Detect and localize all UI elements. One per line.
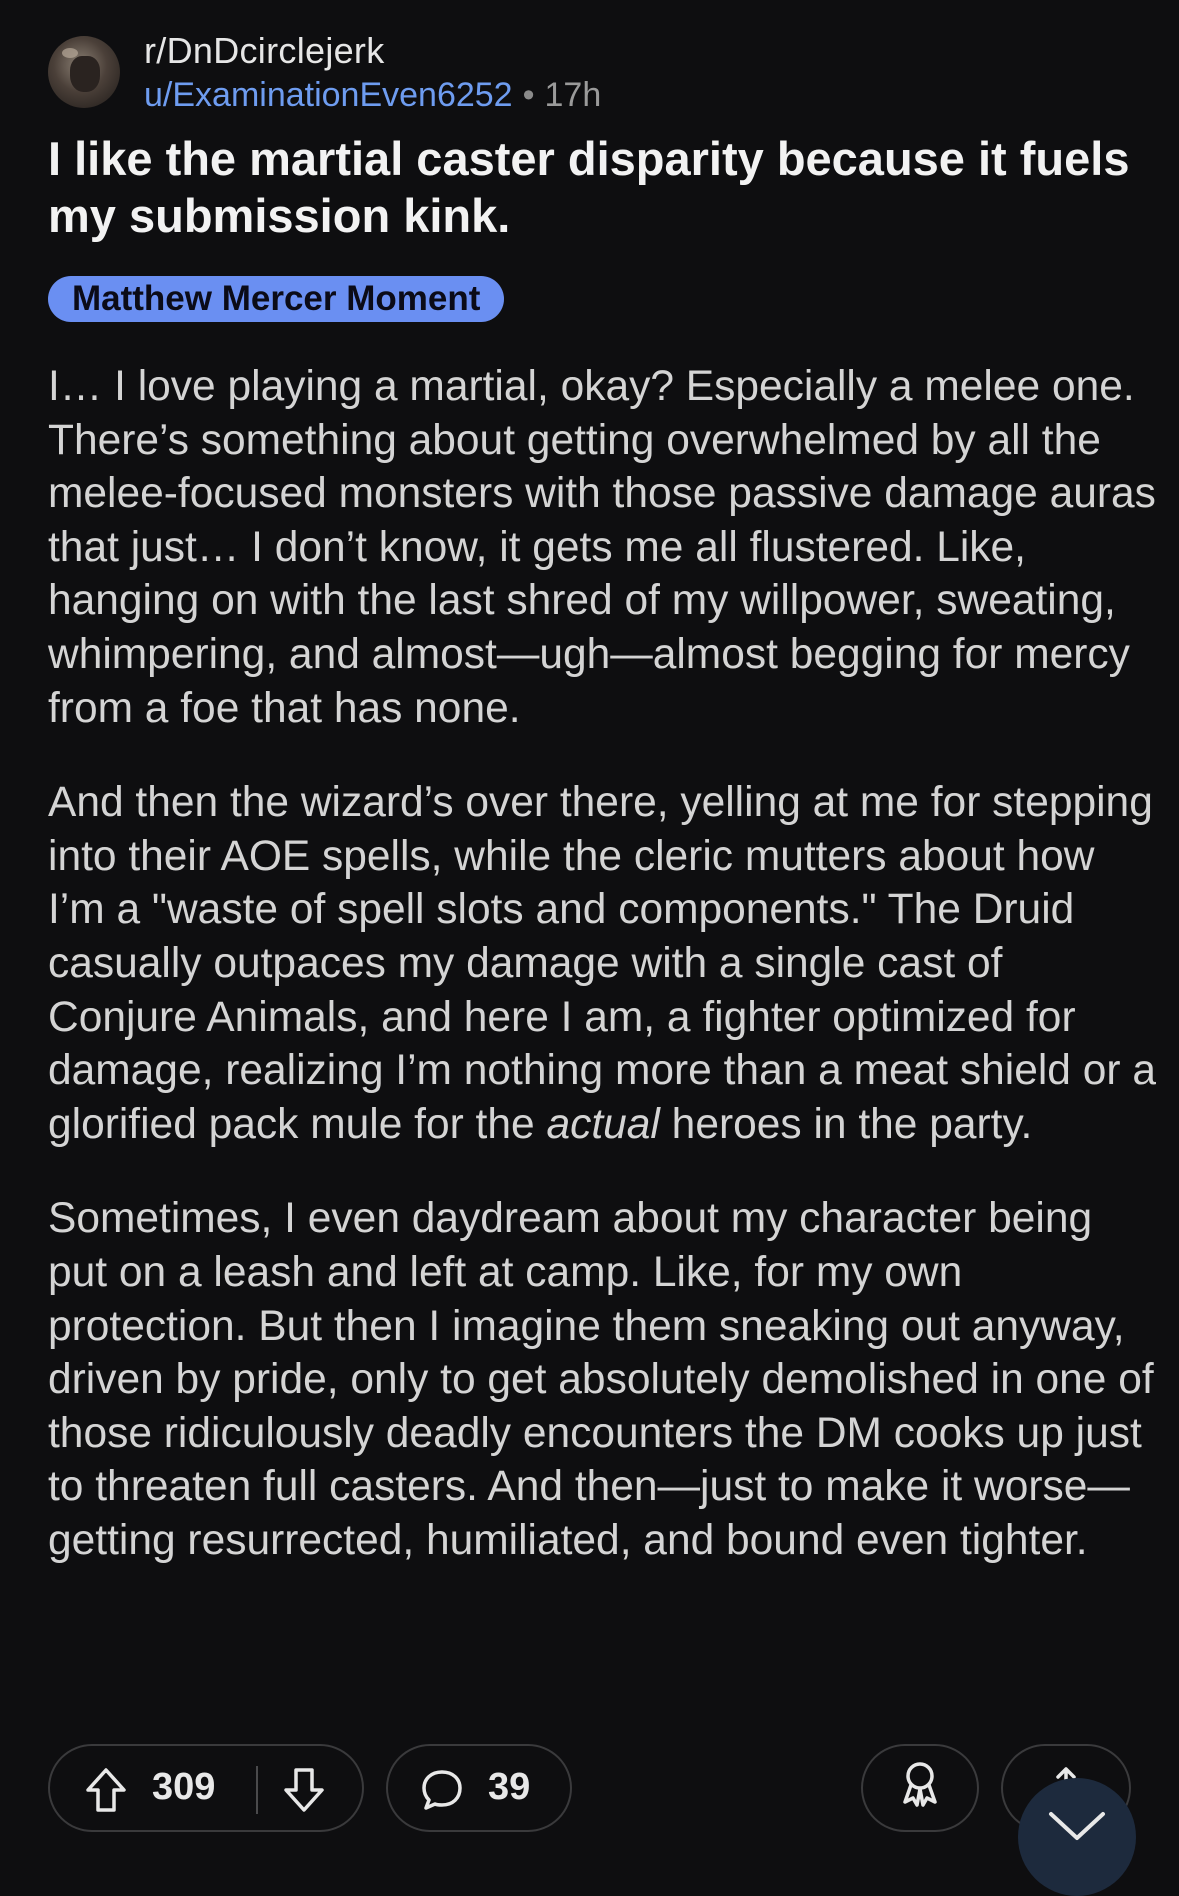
author-username[interactable]: u/ExaminationEven6252 [144,76,513,114]
arrow-up-icon[interactable] [84,1766,128,1824]
award-button[interactable] [861,1744,979,1832]
post-age: 17h [544,76,602,114]
post-header: r/DnDcirclejerk u/ExaminationEven6252 • 17… [48,30,1138,120]
post-body: I… I love playing a martial, okay? Espec… [48,360,1158,1608]
award-icon [897,1758,943,1818]
body-paragraph: I… I love playing a martial, okay? Espec… [48,363,1156,732]
comments-button[interactable]: 39 [386,1744,572,1832]
post-flair[interactable]: Matthew Mercer Moment [48,276,505,322]
subreddit-avatar[interactable] [48,36,120,108]
body-paragraph: Sometimes, I even daydream about my char… [48,1195,1154,1564]
upvote-count: 309 [152,1766,216,1808]
body-text-segment: And then the wizard’s over there, yellin… [48,779,1156,1148]
chevron-down-icon [1049,1812,1105,1840]
action-bar: 309 39 [48,1744,1179,1838]
body-emphasis: actual [546,1100,660,1148]
scroll-down-button[interactable] [1018,1778,1136,1896]
speech-bubble-icon [418,1766,466,1824]
body-text-segment: heroes in the party. [659,1100,1033,1148]
comment-count: 39 [488,1766,531,1808]
post-meta: u/ExaminationEven6252 • 17h [144,76,601,115]
meta-separator: • [522,76,535,114]
vote-control: 309 [48,1744,364,1832]
subreddit-name[interactable]: r/DnDcirclejerk [144,30,385,72]
post-title: I like the martial caster disparity beca… [48,132,1130,242]
arrow-down-icon[interactable] [282,1766,326,1824]
body-paragraph: And then the wizard’s over there, yellin… [48,776,1158,1151]
vote-divider [256,1766,258,1814]
avatar-highlight [62,48,78,58]
avatar-figure [70,56,100,92]
